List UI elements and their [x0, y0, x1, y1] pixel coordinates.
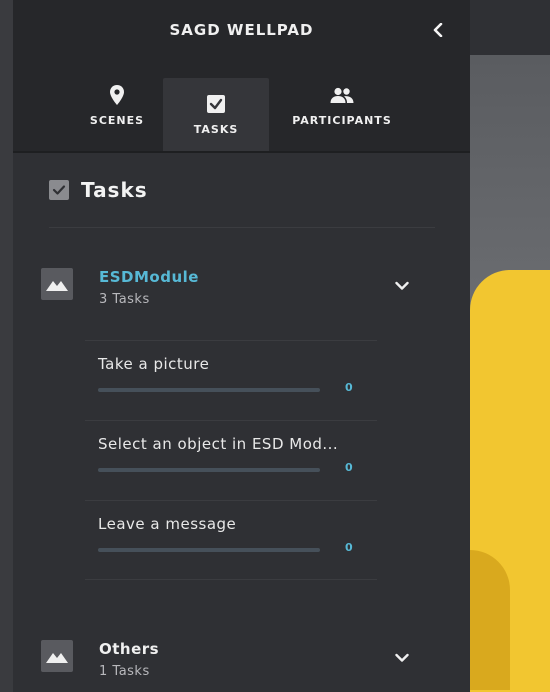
map-pin-icon: [110, 84, 124, 106]
tab-participants-label: PARTICIPANTS: [292, 114, 392, 127]
scene-object[interactable]: [470, 270, 550, 692]
section-title: Tasks: [81, 178, 148, 202]
module-expand-button[interactable]: [392, 276, 412, 296]
chevron-left-icon: [433, 23, 443, 37]
module-esdmodule[interactable]: ESDModule 3 Tasks: [13, 228, 470, 340]
panel-header: SAGD WELLPAD: [13, 0, 470, 60]
task-name: Take a picture: [98, 355, 210, 373]
tab-tasks-label: TASKS: [193, 123, 239, 136]
tasks-section-header: Tasks: [13, 153, 470, 227]
task-progress-bar: [98, 548, 320, 552]
viewport-topbar: [470, 0, 550, 55]
tab-participants[interactable]: PARTICIPANTS: [277, 60, 407, 151]
collapse-panel-button[interactable]: [426, 18, 450, 42]
tab-bar: SCENES TASKS PARTICIPANTS: [13, 60, 470, 153]
checkmark-icon: [52, 185, 66, 195]
module-info: ESDModule 3 Tasks: [99, 268, 199, 307]
module-name: ESDModule: [99, 268, 199, 286]
task-count: 0: [345, 381, 353, 394]
chevron-down-icon: [395, 281, 409, 290]
checkbox-icon: [206, 93, 226, 115]
module-name: Others: [99, 640, 160, 658]
task-progress-bar: [98, 468, 320, 472]
module-task-count: 1 Tasks: [99, 664, 150, 679]
task-item[interactable]: Leave a message 0: [85, 500, 377, 580]
task-name: Leave a message: [98, 515, 237, 533]
scene-object-shadow: [470, 550, 510, 690]
3d-viewport[interactable]: [470, 0, 550, 692]
mountain-image-icon: [41, 640, 73, 672]
mountain-image-icon: [41, 268, 73, 300]
task-count: 0: [345, 541, 353, 554]
task-list: Take a picture 0 Select an object in ESD…: [85, 340, 377, 580]
tab-tasks[interactable]: TASKS: [163, 78, 269, 151]
side-panel: SAGD WELLPAD SCENES TASKS PARTICIPANTS T…: [13, 0, 470, 692]
task-item[interactable]: Select an object in ESD Mod... 0: [85, 420, 377, 500]
tasks-section-checkbox[interactable]: [49, 180, 69, 200]
task-progress-bar: [98, 388, 320, 392]
tab-scenes-label: SCENES: [89, 114, 145, 127]
task-count: 0: [345, 461, 353, 474]
task-item[interactable]: Take a picture 0: [85, 340, 377, 420]
panel-title: SAGD WELLPAD: [169, 21, 314, 39]
module-info: Others 1 Tasks: [99, 640, 159, 679]
module-task-count: 3 Tasks: [99, 292, 150, 307]
module-expand-button[interactable]: [392, 648, 412, 668]
module-others[interactable]: Others 1 Tasks: [13, 580, 470, 692]
chevron-down-icon: [395, 653, 409, 662]
tab-scenes[interactable]: SCENES: [71, 60, 163, 151]
people-icon: [330, 84, 354, 106]
task-name: Select an object in ESD Mod...: [98, 435, 339, 453]
